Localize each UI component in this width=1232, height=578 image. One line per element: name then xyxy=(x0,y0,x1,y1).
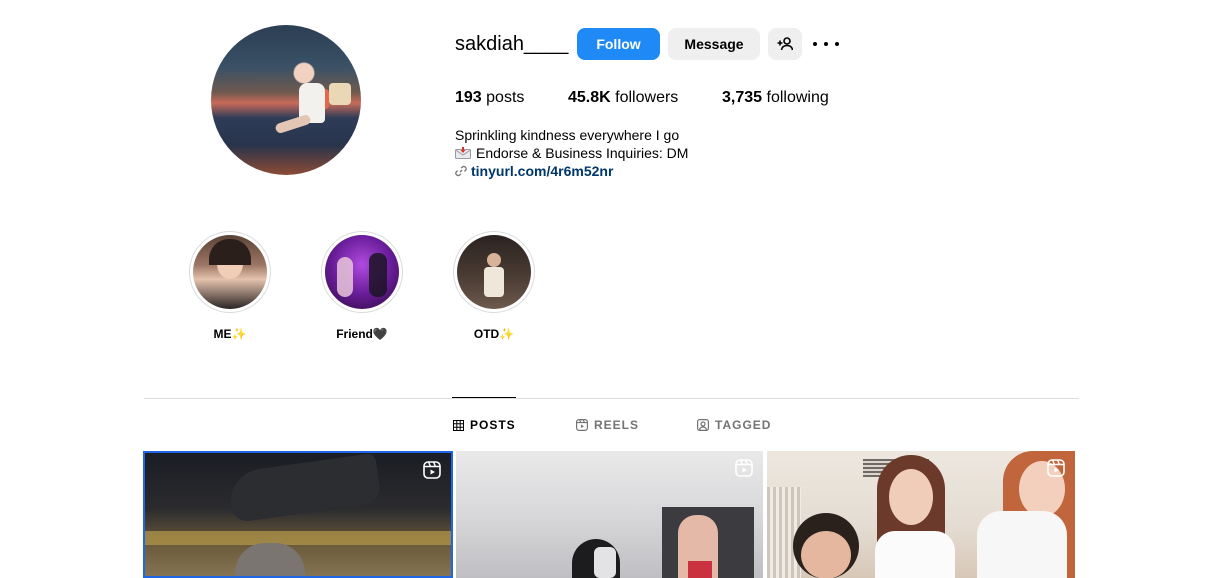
reel-icon xyxy=(1047,459,1065,477)
avatar-photo-detail xyxy=(274,113,312,135)
bio-link-row[interactable]: tinyurl.com/4r6m52nr xyxy=(455,162,613,180)
tab-posts[interactable]: POSTS xyxy=(453,418,516,432)
tab-tagged-label: TAGGED xyxy=(715,418,772,432)
message-button[interactable]: Message xyxy=(668,28,760,60)
highlight-thumbnail xyxy=(193,235,267,309)
profile-avatar[interactable] xyxy=(211,25,361,175)
highlight-otd[interactable] xyxy=(453,231,535,313)
more-options-icon[interactable] xyxy=(813,36,839,52)
highlight-thumbnail xyxy=(457,235,531,309)
reel-icon xyxy=(576,419,588,431)
followers-count-label: followers xyxy=(615,89,679,106)
tab-tagged[interactable]: TAGGED xyxy=(697,418,771,432)
highlight-label: Friend🖤 xyxy=(336,327,388,341)
following-count-label: following xyxy=(766,89,829,106)
highlight-label: OTD✨ xyxy=(473,327,515,341)
active-tab-indicator xyxy=(452,397,516,398)
highlight-me[interactable] xyxy=(189,231,271,313)
tab-reels[interactable]: REELS xyxy=(576,418,639,432)
post-tile[interactable] xyxy=(456,451,763,578)
profile-username: sakdiah____ xyxy=(455,33,569,55)
posts-count-label: posts xyxy=(486,89,525,106)
avatar-photo-detail xyxy=(329,83,351,105)
bio-business-text: Endorse & Business Inquiries: DM xyxy=(476,145,689,161)
grid-icon xyxy=(453,419,464,431)
tab-posts-label: POSTS xyxy=(470,418,516,432)
bio-link[interactable]: tinyurl.com/4r6m52nr xyxy=(471,163,613,179)
following-count-value: 3,735 xyxy=(722,89,763,106)
link-icon xyxy=(455,165,467,177)
followers-count-value: 45.8K xyxy=(568,89,611,106)
reel-icon xyxy=(423,461,441,479)
highlight-thumbnail xyxy=(325,235,399,309)
follow-button[interactable]: Follow xyxy=(577,28,660,60)
highlight-friend[interactable] xyxy=(321,231,403,313)
incoming-mail-icon xyxy=(455,147,471,159)
posts-count-value: 193 xyxy=(455,89,482,106)
post-tile[interactable] xyxy=(767,451,1075,578)
reel-icon xyxy=(735,459,753,477)
following-count[interactable]: 3,735 following xyxy=(722,88,829,108)
person-add-icon xyxy=(777,37,793,51)
followers-count[interactable]: 45.8K followers xyxy=(568,88,678,108)
section-divider xyxy=(144,398,1079,399)
posts-count: 193 posts xyxy=(455,88,524,108)
suggest-user-button[interactable] xyxy=(768,28,802,60)
bio-line: Sprinkling kindness everywhere I go xyxy=(455,127,680,143)
tab-reels-label: REELS xyxy=(594,418,640,432)
post-tile[interactable] xyxy=(143,451,453,578)
tagged-icon xyxy=(697,419,709,431)
highlight-label: ME✨ xyxy=(213,327,247,341)
bio-line: Endorse & Business Inquiries: DM xyxy=(455,144,688,162)
